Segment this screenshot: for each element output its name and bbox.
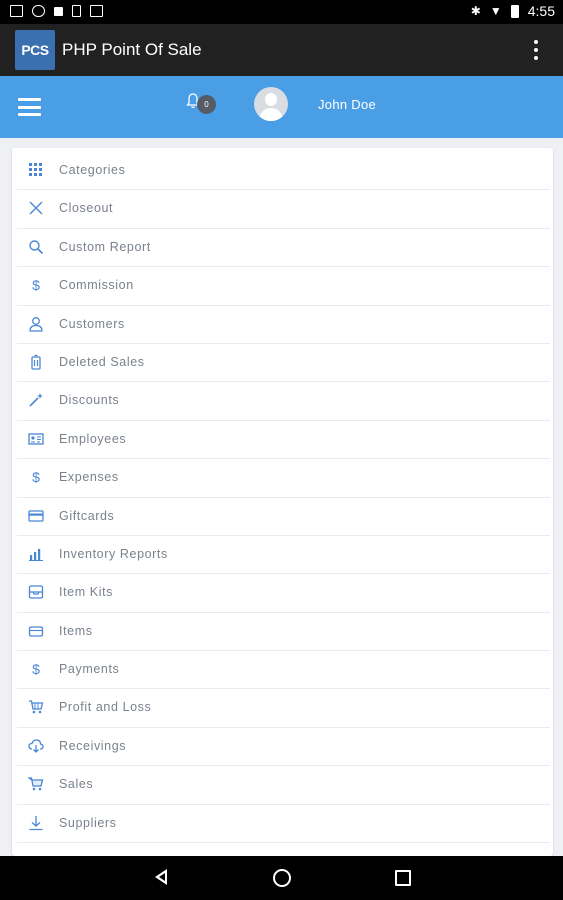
back-icon-inner	[159, 873, 165, 881]
cart-icon	[29, 700, 44, 714]
search-icon	[29, 240, 44, 254]
reports-menu: Categories Closeout Custom Report $ Comm…	[17, 152, 550, 844]
menu-item-label: Sales	[59, 777, 94, 792]
menu-item-label: Closeout	[59, 201, 114, 216]
menu-item-label: Employees	[59, 431, 127, 446]
menu-item-expenses[interactable]: $ Expenses	[17, 459, 550, 498]
clock: 4:55	[527, 3, 555, 19]
dollar-icon: $	[32, 661, 40, 678]
menu-item-label: Commission	[59, 278, 134, 293]
menu-item-receivings[interactable]: Receivings	[17, 728, 550, 767]
menu-item-label: Discounts	[59, 393, 120, 408]
menu-item-label: Deleted Sales	[59, 354, 145, 369]
trash-icon	[31, 354, 41, 370]
bar-chart-icon	[29, 548, 43, 561]
phone-icon	[72, 5, 81, 17]
notification-badge[interactable]: 0	[197, 95, 216, 114]
menu-item-label: Customers	[59, 316, 125, 331]
id-card-icon	[28, 433, 44, 445]
dollar-icon: $	[32, 469, 40, 486]
cloud-download-icon	[28, 739, 44, 753]
avatar[interactable]	[254, 87, 288, 121]
menu-item-closeout[interactable]: Closeout	[17, 190, 550, 229]
home-icon[interactable]	[273, 869, 291, 887]
dollar-icon: $	[32, 277, 40, 294]
briefcase-icon	[90, 5, 103, 17]
shopping-cart-icon	[28, 777, 44, 791]
menu-item-employees[interactable]: Employees	[17, 421, 550, 460]
download-icon	[29, 815, 43, 830]
app-title: PHP Point Of Sale	[62, 40, 202, 59]
menu-item-item-kits[interactable]: Item Kits	[17, 574, 550, 613]
menu-item-commission[interactable]: $ Commission	[17, 267, 550, 306]
menu-item-inventory-reports[interactable]: Inventory Reports	[17, 536, 550, 575]
menu-item-discounts[interactable]: Discounts	[17, 382, 550, 421]
status-bar: ✱ ▼ 4:55	[0, 0, 563, 24]
menu-item-label: Expenses	[59, 470, 119, 485]
user-name[interactable]: John Doe	[318, 97, 376, 112]
close-icon	[29, 201, 43, 215]
menu-item-suppliers[interactable]: Suppliers	[17, 805, 550, 844]
notification-icons	[10, 5, 103, 17]
menu-item-label: Giftcards	[59, 508, 115, 523]
menu-item-label: Receivings	[59, 738, 127, 753]
recent-apps-icon[interactable]	[395, 870, 411, 886]
menu-item-label: Custom Report	[59, 239, 151, 254]
app-logo: PCS	[15, 30, 55, 70]
menu-item-label: Payments	[59, 662, 120, 677]
menu-item-label: Items	[59, 623, 93, 638]
menu-item-deleted-sales[interactable]: Deleted Sales	[17, 344, 550, 383]
tag-icon	[28, 626, 44, 637]
logo-text: PCS	[21, 42, 49, 58]
menu-item-label: Inventory Reports	[59, 546, 168, 561]
menu-item-custom-report[interactable]: Custom Report	[17, 229, 550, 268]
menu-item-label: Categories	[59, 163, 126, 177]
menu-item-categories[interactable]: Categories	[17, 152, 550, 191]
more-vertical-icon[interactable]	[533, 40, 539, 60]
menu-item-label: Item Kits	[59, 585, 114, 600]
menu-item-payments[interactable]: $ Payments	[17, 651, 550, 690]
menu-item-sales[interactable]: Sales	[17, 766, 550, 805]
system-icons: ✱ ▼ 4:55	[471, 3, 555, 19]
menu-item-label: Profit and Loss	[59, 700, 152, 715]
credit-card-icon	[28, 509, 44, 522]
menu-item-customers[interactable]: Customers	[17, 306, 550, 344]
stop-icon	[54, 7, 63, 16]
reports-menu-panel: Categories Closeout Custom Report $ Comm…	[12, 148, 553, 856]
inbox-icon	[28, 585, 44, 599]
photo-notification-icon	[10, 5, 23, 17]
menu-item-label: Suppliers	[59, 815, 117, 830]
menu-item-items[interactable]: Items	[17, 613, 550, 652]
grid-icon	[29, 163, 42, 176]
cloud-upload-icon	[32, 5, 45, 17]
bluetooth-icon: ✱	[470, 4, 481, 18]
menu-item-profit-and-loss[interactable]: Profit and Loss	[17, 689, 550, 728]
wifi-icon: ▼	[489, 4, 502, 18]
battery-icon	[510, 4, 519, 18]
person-icon	[29, 316, 43, 332]
magic-wand-icon	[29, 393, 43, 407]
menu-item-giftcards[interactable]: Giftcards	[17, 498, 550, 536]
menu-icon[interactable]	[18, 98, 41, 116]
